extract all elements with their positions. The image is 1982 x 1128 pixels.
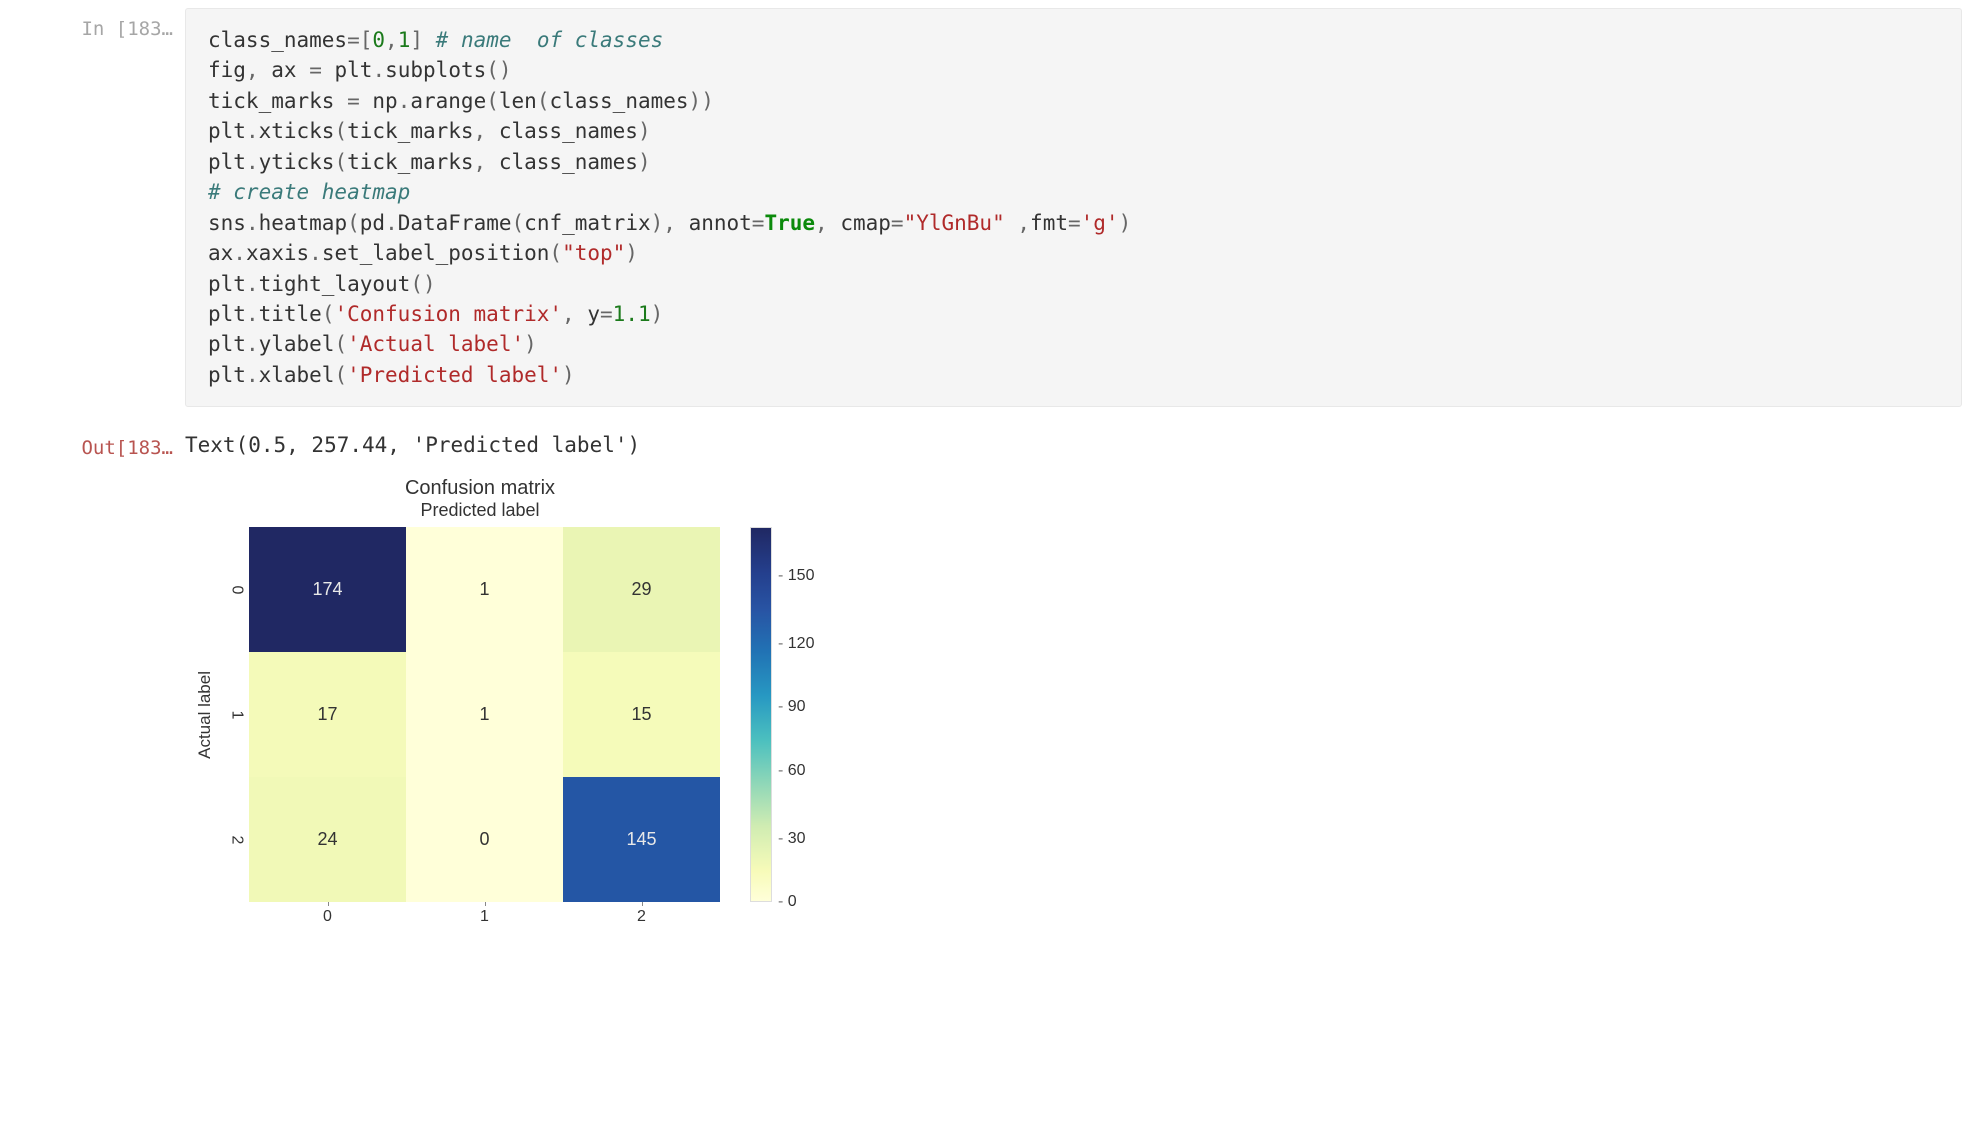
y-tick: 1 bbox=[219, 652, 249, 777]
chart-top-label: Predicted label bbox=[245, 500, 715, 521]
y-tick: 0 bbox=[219, 527, 249, 652]
y-tick: 2 bbox=[219, 777, 249, 902]
heatmap-grid: 174129 17115 240145 bbox=[249, 527, 720, 902]
input-cell: In [183… class_names=[0,1] # name of cla… bbox=[20, 8, 1962, 407]
input-prompt: In [183… bbox=[20, 8, 185, 40]
y-ticks: 012 bbox=[219, 527, 249, 902]
colorbar-tick: 60 bbox=[778, 762, 806, 780]
colorbar-gradient bbox=[750, 527, 772, 902]
chart-title: Confusion matrix bbox=[245, 477, 715, 500]
x-tick: 0 bbox=[249, 908, 406, 926]
heatmap-cell: 24 bbox=[249, 777, 406, 902]
heatmap-cell: 174 bbox=[249, 527, 406, 652]
heatmap-cell: 145 bbox=[563, 777, 720, 902]
code-block: class_names=[0,1] # name of classes fig,… bbox=[208, 25, 1939, 390]
code-input-area[interactable]: class_names=[0,1] # name of classes fig,… bbox=[185, 8, 1962, 407]
x-ticks: 012 bbox=[249, 908, 925, 926]
colorbar-ticks: 1501209060300 bbox=[772, 527, 832, 902]
output-prompt: Out[183… bbox=[20, 427, 185, 459]
heatmap-cell: 29 bbox=[563, 527, 720, 652]
heatmap-cell: 15 bbox=[563, 652, 720, 777]
confusion-matrix-figure: Confusion matrix Predicted label Actual … bbox=[195, 477, 925, 926]
x-tick: 2 bbox=[563, 908, 720, 926]
colorbar-tick: 120 bbox=[778, 635, 814, 653]
heatmap-cell: 1 bbox=[406, 527, 563, 652]
heatmap-cell: 1 bbox=[406, 652, 563, 777]
colorbar-tick: 150 bbox=[778, 567, 814, 585]
colorbar: 1501209060300 bbox=[750, 527, 832, 902]
colorbar-tick: 90 bbox=[778, 698, 806, 716]
heatmap-cell: 17 bbox=[249, 652, 406, 777]
colorbar-tick: 30 bbox=[778, 830, 806, 848]
x-tick: 1 bbox=[406, 908, 563, 926]
y-axis-label: Actual label bbox=[195, 671, 215, 759]
output-text: Text(0.5, 257.44, 'Predicted label') bbox=[185, 433, 1962, 457]
heatmap-cell: 0 bbox=[406, 777, 563, 902]
output-cell: Out[183… Text(0.5, 257.44, 'Predicted la… bbox=[20, 427, 1962, 926]
colorbar-tick: 0 bbox=[778, 893, 797, 911]
output-area: Text(0.5, 257.44, 'Predicted label') Con… bbox=[185, 427, 1962, 926]
